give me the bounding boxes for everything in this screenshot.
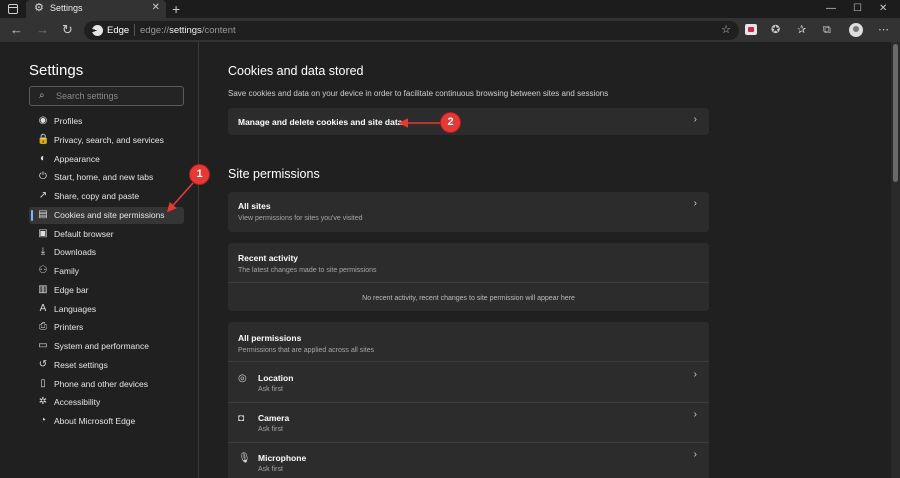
annotation-badge-2: 2 xyxy=(441,113,460,132)
annotation-arrow-1 xyxy=(166,182,194,213)
annotation-badge-1: 1 xyxy=(190,165,209,184)
annotation-arrows xyxy=(166,118,441,213)
